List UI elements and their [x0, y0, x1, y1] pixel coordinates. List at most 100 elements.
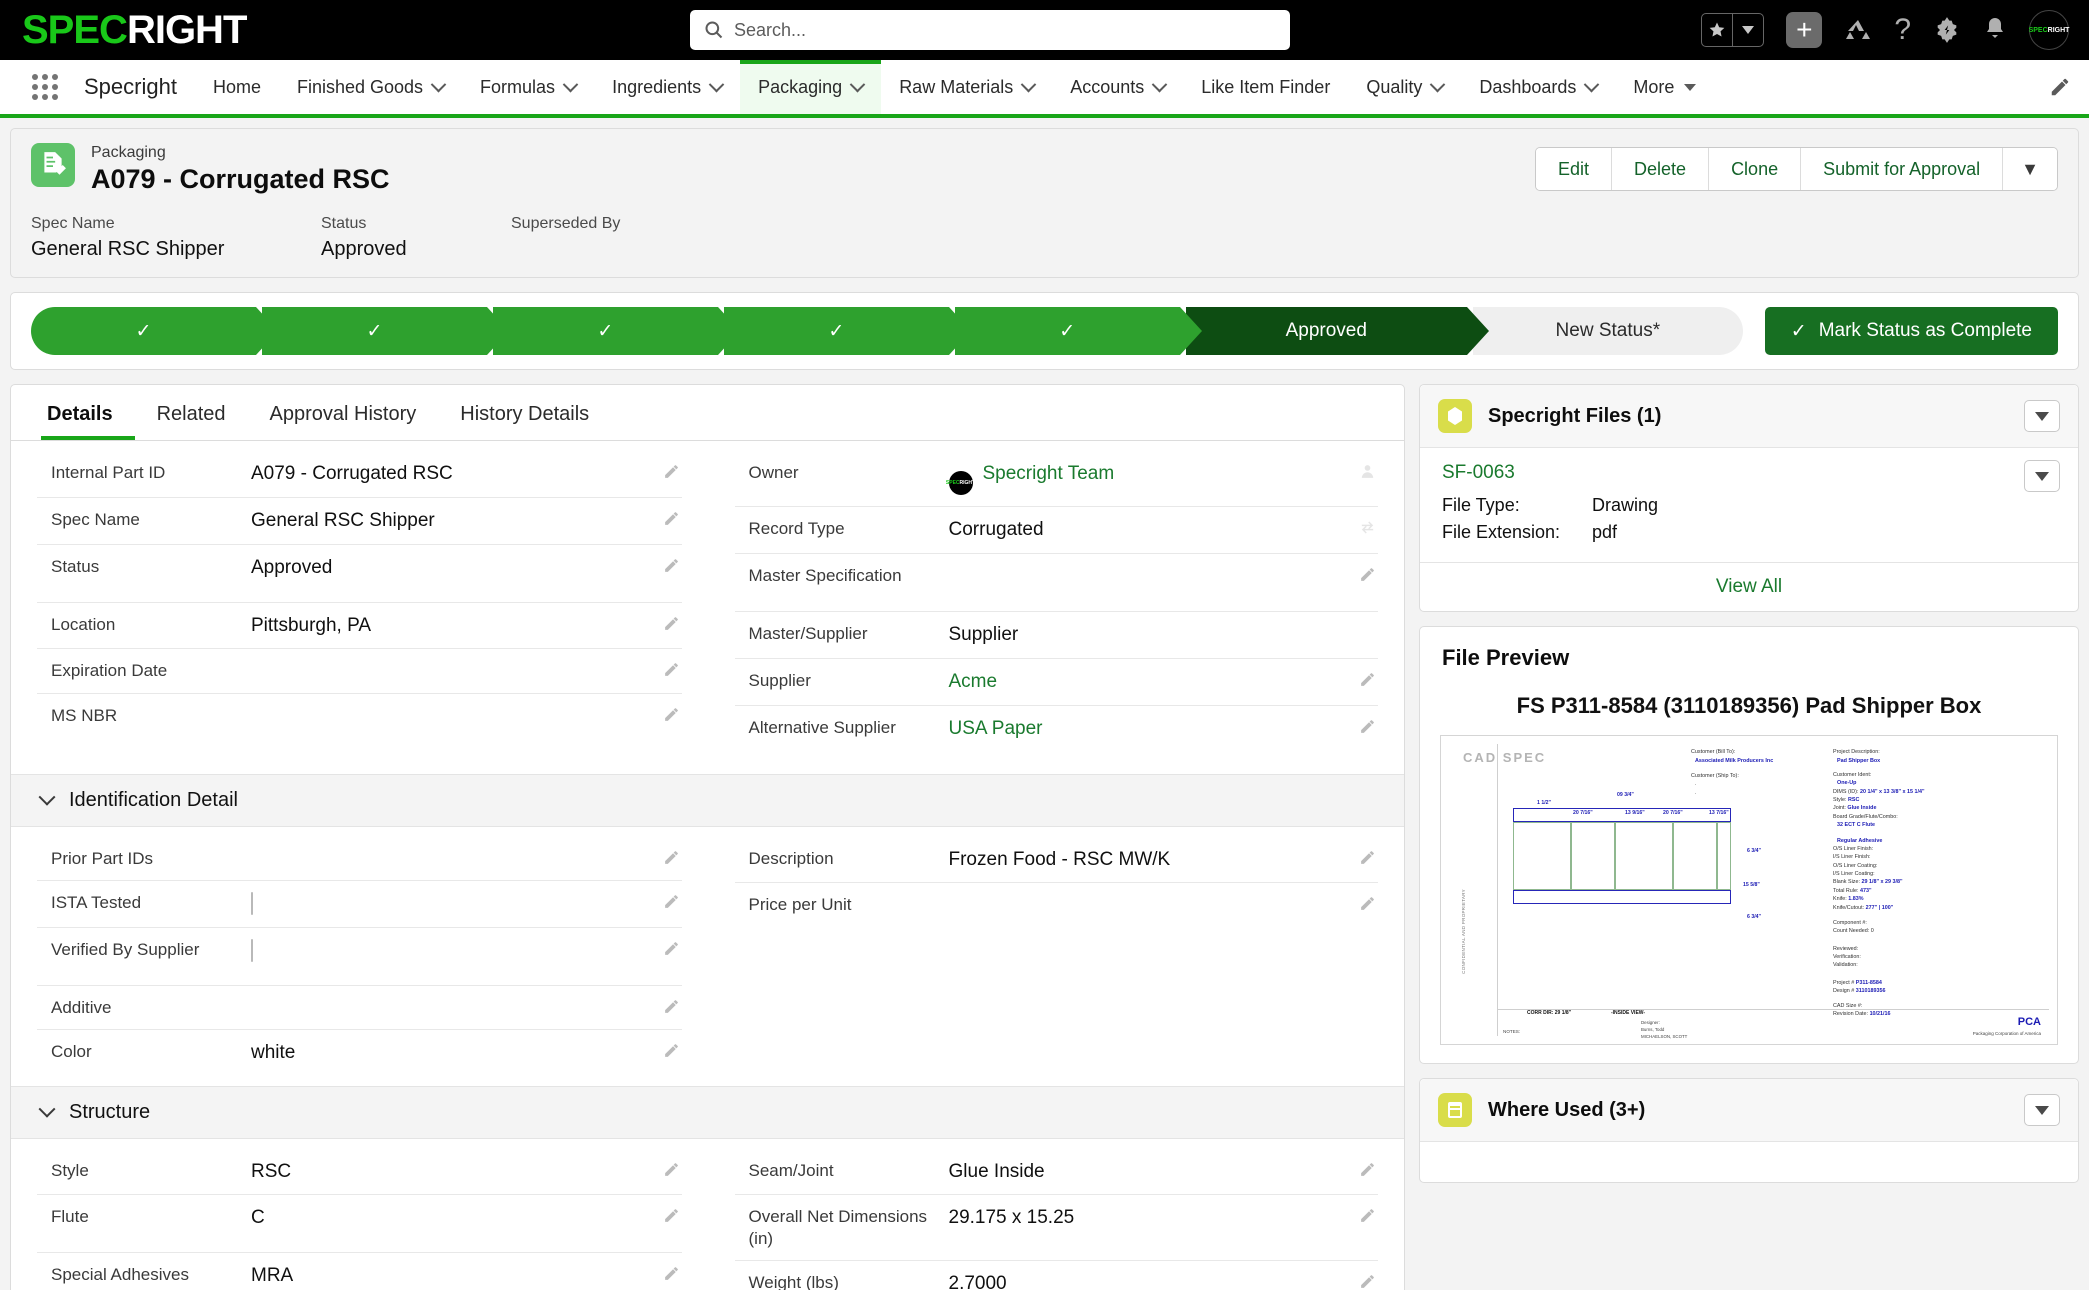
app-launcher-icon[interactable] [22, 60, 68, 114]
edit-pencil-icon[interactable] [663, 706, 680, 728]
owner-name: Specright Team [983, 463, 1115, 484]
cad-drawing-preview[interactable]: CAD SPEC CONFIDENTIAL AND PROPRIETARY Cu… [1440, 735, 2058, 1045]
setup-gear-icon[interactable] [1933, 16, 1961, 44]
edit-pencil-icon[interactable] [1359, 1207, 1376, 1229]
edit-pencil-icon[interactable] [663, 557, 680, 579]
change-owner-icon[interactable] [1359, 463, 1376, 485]
global-actions: + ? SPECRIGHT [1701, 10, 2069, 50]
section-header-structure[interactable]: Structure [11, 1086, 1404, 1139]
submit-for-approval-button[interactable]: Submit for Approval [1801, 148, 2003, 190]
notifications-bell-icon[interactable] [1983, 17, 2007, 43]
check-icon: ✓ [828, 320, 844, 343]
chevron-down-icon [1584, 76, 1600, 92]
path-step-current-approved[interactable]: Approved [1186, 307, 1467, 355]
structure-left-column: Style RSC Flute C Special Adhesives MRA [11, 1139, 708, 1290]
field-value: MRA [251, 1264, 682, 1288]
edit-pencil-icon[interactable] [1359, 566, 1376, 588]
chevron-down-icon [431, 76, 447, 92]
field-value[interactable]: SPECRIGHTSpecright Team [949, 462, 1379, 495]
app-name-label: Specright [68, 60, 195, 114]
dim-small: 09 3/4" [1617, 792, 1634, 798]
path-step-completed-3[interactable]: ✓ [493, 307, 718, 355]
edit-pencil-icon[interactable] [663, 463, 680, 485]
path-step-new-status[interactable]: New Status* [1473, 307, 1743, 355]
edit-pencil-icon[interactable] [1359, 1161, 1376, 1183]
field-label: File Type: [1442, 492, 1592, 519]
edit-pencil-icon[interactable] [1359, 895, 1376, 917]
edit-pencil-icon[interactable] [663, 1042, 680, 1064]
field-value[interactable]: Acme [949, 670, 1379, 694]
field-label: Status [51, 556, 251, 577]
nav-item-more[interactable]: More [1615, 60, 1714, 114]
delete-button[interactable]: Delete [1612, 148, 1709, 190]
nav-item-finished-goods[interactable]: Finished Goods [279, 60, 462, 114]
section-header-identification-detail[interactable]: Identification Detail [11, 774, 1404, 827]
field-flute: Flute C [37, 1195, 682, 1253]
field-label: MS NBR [51, 705, 251, 726]
star-icon[interactable] [1702, 14, 1732, 46]
field-label: Verified By Supplier [51, 939, 251, 960]
edit-pencil-icon[interactable] [663, 893, 680, 915]
edit-pencil-icon[interactable] [663, 1207, 680, 1229]
edit-pencil-icon[interactable] [663, 661, 680, 683]
global-header: SPECRIGHT Search... + ? SPECRIGH [0, 0, 2089, 60]
file-record-link[interactable]: SF-0063 [1442, 462, 2056, 484]
check-icon: ✓ [1059, 320, 1075, 343]
edit-pencil-icon[interactable] [1359, 718, 1376, 740]
field-label: Spec Name [51, 509, 251, 530]
global-search-box[interactable]: Search... [690, 10, 1290, 50]
edit-navigation-pencil-icon[interactable] [2049, 60, 2071, 114]
tab-details[interactable]: Details [41, 385, 135, 440]
tab-approval-history[interactable]: Approval History [248, 385, 439, 440]
ista-tested-checkbox[interactable] [251, 892, 253, 915]
user-avatar[interactable]: SPECRIGHT [2029, 10, 2069, 50]
edit-pencil-icon[interactable] [1359, 849, 1376, 871]
edit-pencil-icon[interactable] [663, 1265, 680, 1287]
field-color: Color white [37, 1030, 682, 1076]
edit-pencil-icon[interactable] [1359, 1273, 1376, 1290]
file-preview-panel: File Preview FS P311-8584 (3110189356) P… [1419, 626, 2079, 1064]
nav-item-home[interactable]: Home [195, 60, 279, 114]
view-all-files-link[interactable]: View All [1420, 562, 2078, 611]
nav-item-formulas[interactable]: Formulas [462, 60, 594, 114]
path-step-completed-2[interactable]: ✓ [262, 307, 487, 355]
clone-button[interactable]: Clone [1709, 148, 1801, 190]
nav-item-dashboards[interactable]: Dashboards [1461, 60, 1615, 114]
edit-pencil-icon[interactable] [663, 940, 680, 962]
edit-pencil-icon[interactable] [663, 998, 680, 1020]
where-used-menu-button[interactable] [2024, 1094, 2060, 1126]
edit-button[interactable]: Edit [1536, 148, 1612, 190]
nav-label: Finished Goods [297, 77, 423, 98]
edit-pencil-icon[interactable] [1359, 671, 1376, 693]
learning-icon[interactable] [1844, 17, 1872, 43]
path-step-completed-4[interactable]: ✓ [724, 307, 949, 355]
chevron-down-icon[interactable] [1733, 14, 1763, 46]
more-actions-caret-icon[interactable]: ▼ [2003, 148, 2057, 190]
nav-item-like-item-finder[interactable]: Like Item Finder [1183, 60, 1348, 114]
corr-direction-label: CORR DIR: 29 1/8" [1527, 1010, 1571, 1016]
mark-status-as-complete-button[interactable]: ✓ Mark Status as Complete [1765, 307, 2058, 355]
plus-icon[interactable]: + [1786, 12, 1822, 48]
favorites-control[interactable] [1701, 13, 1765, 47]
edit-pencil-icon[interactable] [663, 849, 680, 871]
path-step-completed-5[interactable]: ✓ [955, 307, 1180, 355]
tab-history-details[interactable]: History Details [438, 385, 611, 440]
nav-item-ingredients[interactable]: Ingredients [594, 60, 740, 114]
field-value: white [251, 1041, 682, 1065]
tab-related[interactable]: Related [135, 385, 248, 440]
change-record-type-icon[interactable] [1359, 519, 1376, 541]
nav-item-raw-materials[interactable]: Raw Materials [881, 60, 1052, 114]
nav-item-packaging[interactable]: Packaging [740, 60, 881, 114]
edit-pencil-icon[interactable] [663, 1161, 680, 1183]
edit-pencil-icon[interactable] [663, 510, 680, 532]
path-step-completed-1[interactable]: ✓ [31, 307, 256, 355]
verified-by-supplier-checkbox[interactable] [251, 939, 253, 962]
nav-item-accounts[interactable]: Accounts [1052, 60, 1183, 114]
specright-files-menu-button[interactable] [2024, 400, 2060, 432]
cad-liner-3: O/S Liner Coating: [1833, 862, 1968, 870]
edit-pencil-icon[interactable] [663, 615, 680, 637]
file-row-menu-button[interactable] [2024, 460, 2060, 492]
nav-item-quality[interactable]: Quality [1348, 60, 1461, 114]
field-value[interactable]: USA Paper [949, 717, 1379, 741]
help-icon[interactable]: ? [1894, 13, 1911, 47]
